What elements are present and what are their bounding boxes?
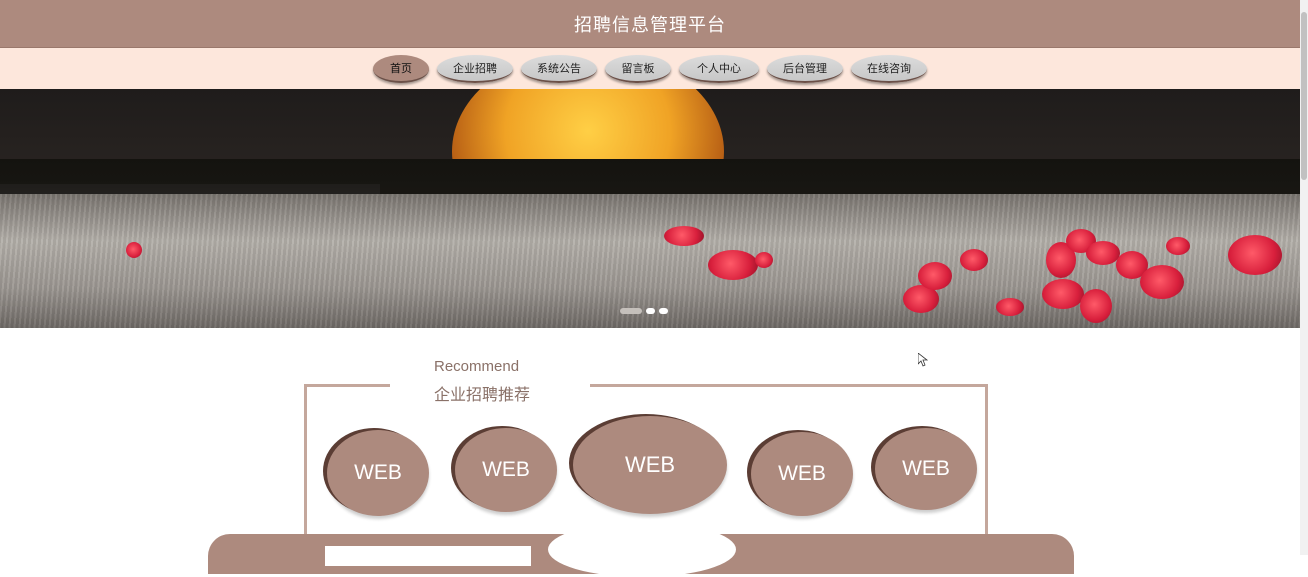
mouse-cursor-icon bbox=[918, 353, 928, 367]
company-badge[interactable]: WEB bbox=[875, 428, 977, 510]
section-oval bbox=[548, 522, 736, 577]
poppy-flower bbox=[1042, 279, 1084, 309]
company-badge[interactable]: WEB bbox=[455, 428, 557, 512]
recommend-title: 企业招聘推荐 bbox=[434, 385, 531, 404]
page: 招聘信息管理平台 首页 企业招聘 系统公告 留言板 个人中心 后台管理 在线咨询 bbox=[0, 0, 1300, 577]
main-nav: 首页 企业招聘 系统公告 留言板 个人中心 后台管理 在线咨询 bbox=[0, 48, 1300, 89]
poppy-flower bbox=[996, 298, 1024, 316]
poppy-flower bbox=[1228, 235, 1282, 275]
nav-item-message-board[interactable]: 留言板 bbox=[605, 54, 671, 83]
poppy-flower bbox=[918, 262, 952, 290]
poppy-flower bbox=[1166, 237, 1190, 255]
company-badge[interactable]: WEB bbox=[327, 430, 429, 516]
recommend-label: Recommend bbox=[434, 358, 520, 375]
scrollbar-thumb[interactable] bbox=[1301, 12, 1307, 180]
carousel-dot[interactable] bbox=[659, 308, 668, 314]
nav-item-online-consult[interactable]: 在线咨询 bbox=[851, 54, 927, 83]
poppy-flower bbox=[126, 242, 142, 258]
poppy-flower bbox=[960, 249, 988, 271]
carousel-dot[interactable] bbox=[620, 308, 642, 314]
site-header: 招聘信息管理平台 bbox=[0, 0, 1300, 48]
nav-item-personal-center[interactable]: 个人中心 bbox=[679, 54, 759, 83]
site-title: 招聘信息管理平台 bbox=[574, 14, 726, 36]
company-badge[interactable]: WEB bbox=[573, 416, 727, 514]
poppy-flower bbox=[1080, 289, 1112, 323]
nav-item-announcements[interactable]: 系统公告 bbox=[521, 54, 597, 83]
nav-item-recruitment[interactable]: 企业招聘 bbox=[437, 54, 513, 83]
hero-banner[interactable] bbox=[0, 89, 1300, 328]
carousel-dot[interactable] bbox=[646, 308, 655, 314]
poppy-flower bbox=[664, 226, 704, 246]
nav-item-admin[interactable]: 后台管理 bbox=[767, 54, 843, 83]
section-tab-box bbox=[325, 546, 531, 566]
poppy-flower bbox=[1086, 241, 1120, 265]
company-badge[interactable]: WEB bbox=[751, 432, 853, 516]
carousel-indicators bbox=[620, 308, 668, 314]
poppy-flower bbox=[1140, 265, 1184, 299]
nav-item-home[interactable]: 首页 bbox=[373, 54, 429, 83]
poppy-flower bbox=[708, 250, 758, 280]
poppy-flower bbox=[755, 252, 773, 268]
